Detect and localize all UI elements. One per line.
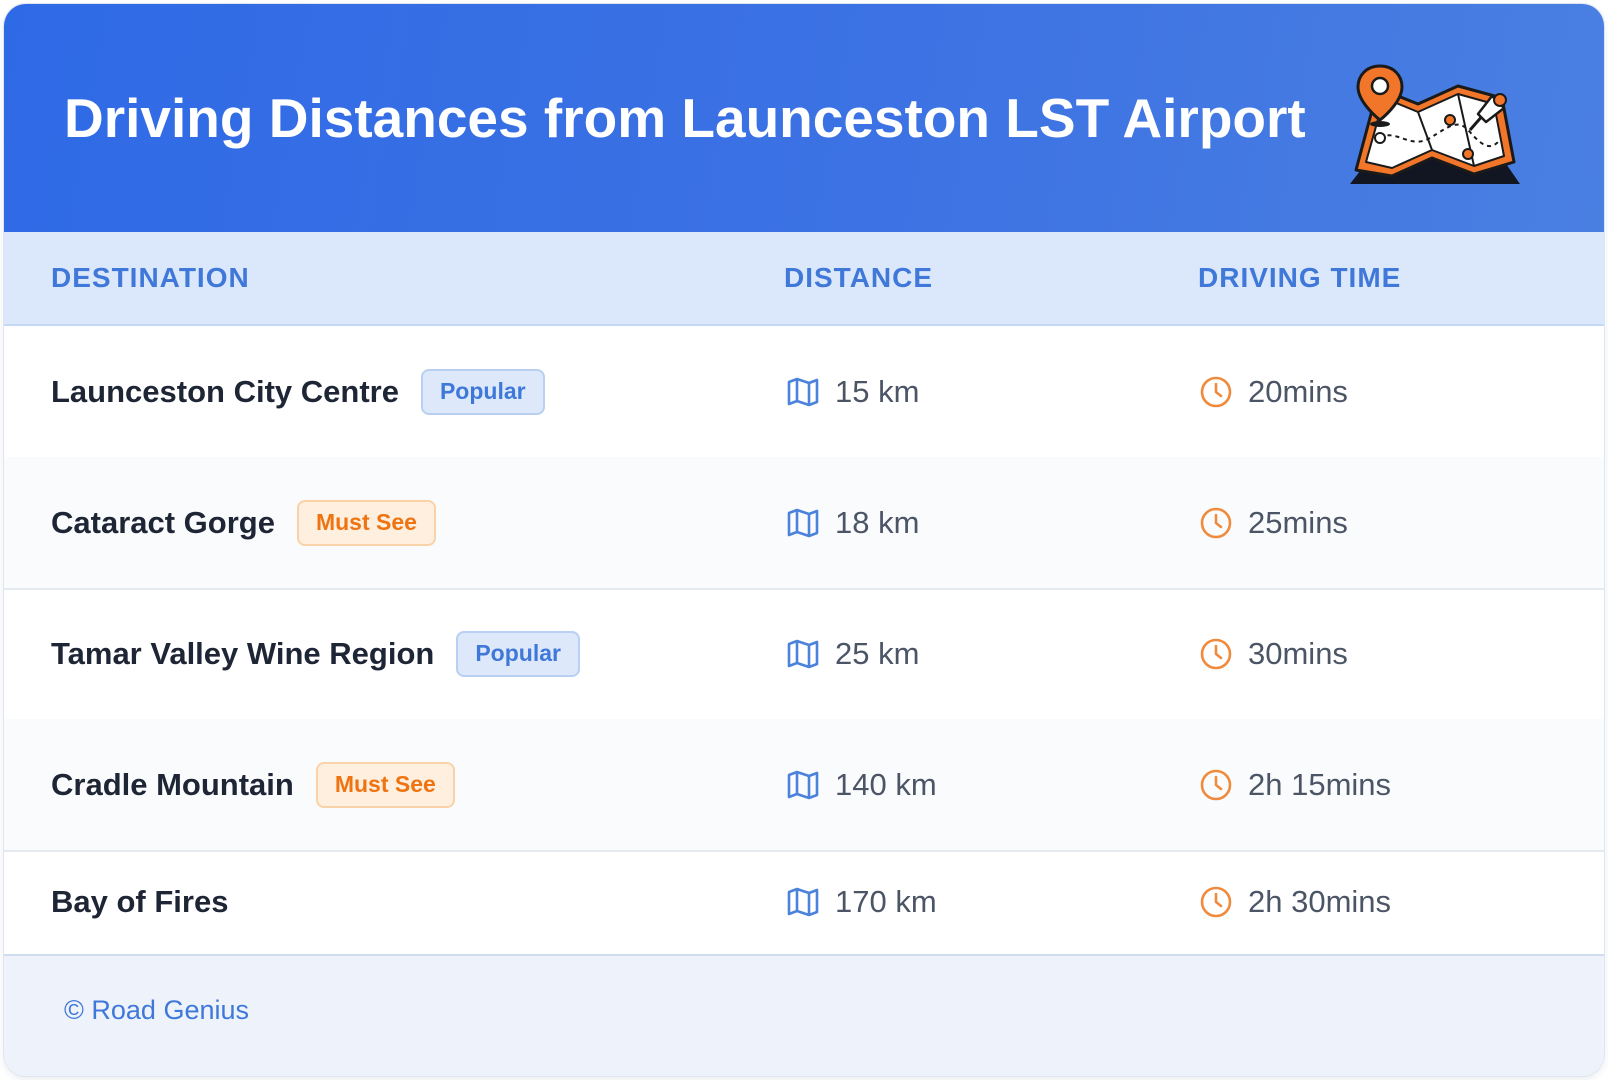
distance-value: 140 km [835, 766, 937, 802]
driving-time-value: 2h 15mins [1248, 766, 1392, 802]
destination-name: Cradle Mountain [51, 766, 294, 802]
distance-value: 170 km [835, 884, 937, 919]
driving-time-cell: 20mins [1198, 326, 1348, 457]
driving-time-value: 25mins [1248, 504, 1348, 540]
badge-popular: Popular [456, 630, 580, 677]
distance-card: Driving Distances from Launceston LST Ai… [4, 4, 1604, 1076]
clock-icon [1198, 505, 1234, 541]
distance-cell: 15 km [785, 326, 919, 457]
page-title: Driving Distances from Launceston LST Ai… [64, 87, 1306, 149]
driving-time-cell: 25mins [1198, 457, 1348, 588]
table-row: Cataract Gorge Must See 18 km 25mins [4, 457, 1604, 590]
distance-cell: 18 km [785, 457, 919, 588]
destination-cell: Launceston City Centre Popular [51, 326, 545, 457]
clock-icon [1198, 767, 1234, 803]
map-icon [785, 636, 821, 672]
distance-value: 18 km [835, 504, 920, 540]
destination-cell: Bay of Fires [51, 850, 228, 954]
destination-cell: Tamar Valley Wine Region Popular [51, 588, 580, 719]
destination-name: Cataract Gorge [51, 504, 275, 540]
clock-icon [1198, 884, 1234, 920]
distance-cell: 25 km [785, 588, 919, 719]
map-icon [785, 374, 821, 410]
driving-time-value: 20mins [1248, 373, 1348, 409]
badge-mustsee: Must See [315, 761, 455, 808]
badge-popular: Popular [420, 368, 545, 415]
destination-name: Bay of Fires [51, 884, 229, 919]
map-icon [785, 767, 821, 803]
destination-name: Launceston City Centre [51, 373, 399, 409]
table-row: Launceston City Centre Popular 15 km 20mins [4, 326, 1604, 459]
footer: © Road Genius [4, 956, 1604, 1076]
map-icon [785, 884, 821, 920]
table-row: Cradle Mountain Must See 140 km 2h 15mins [4, 719, 1604, 852]
distance-value: 15 km [835, 373, 920, 409]
header-banner: Driving Distances from Launceston LST Ai… [4, 4, 1604, 232]
driving-time-cell: 2h 15mins [1198, 719, 1391, 850]
column-header-distance: DISTANCE [784, 262, 934, 293]
clock-icon [1198, 636, 1234, 672]
column-header-driving-time: DRIVING TIME [1198, 262, 1402, 293]
map-icon [785, 505, 821, 541]
driving-time-cell: 2h 30mins [1198, 850, 1391, 954]
table-row: Tamar Valley Wine Region Popular 25 km 30mi… [4, 588, 1604, 721]
table-row: Bay of Fires 170 km 2h 30mins [4, 850, 1604, 956]
driving-time-value: 2h 30mins [1248, 884, 1392, 919]
distance-cell: 140 km [785, 719, 937, 850]
table-header-row: DESTINATION DISTANCE DRIVING TIME [4, 232, 1604, 326]
clock-icon [1198, 374, 1234, 410]
driving-time-value: 30mins [1248, 635, 1348, 671]
destination-cell: Cradle Mountain Must See [51, 719, 455, 850]
column-header-destination: DESTINATION [51, 262, 250, 293]
map-with-pins-illustration [1350, 64, 1520, 184]
distance-cell: 170 km [785, 850, 937, 954]
distance-value: 25 km [835, 635, 920, 671]
destination-cell: Cataract Gorge Must See [51, 457, 436, 588]
badge-mustsee: Must See [296, 499, 436, 546]
destination-name: Tamar Valley Wine Region [51, 635, 435, 671]
copyright-text: © Road Genius [64, 995, 249, 1025]
driving-time-cell: 30mins [1198, 588, 1348, 719]
